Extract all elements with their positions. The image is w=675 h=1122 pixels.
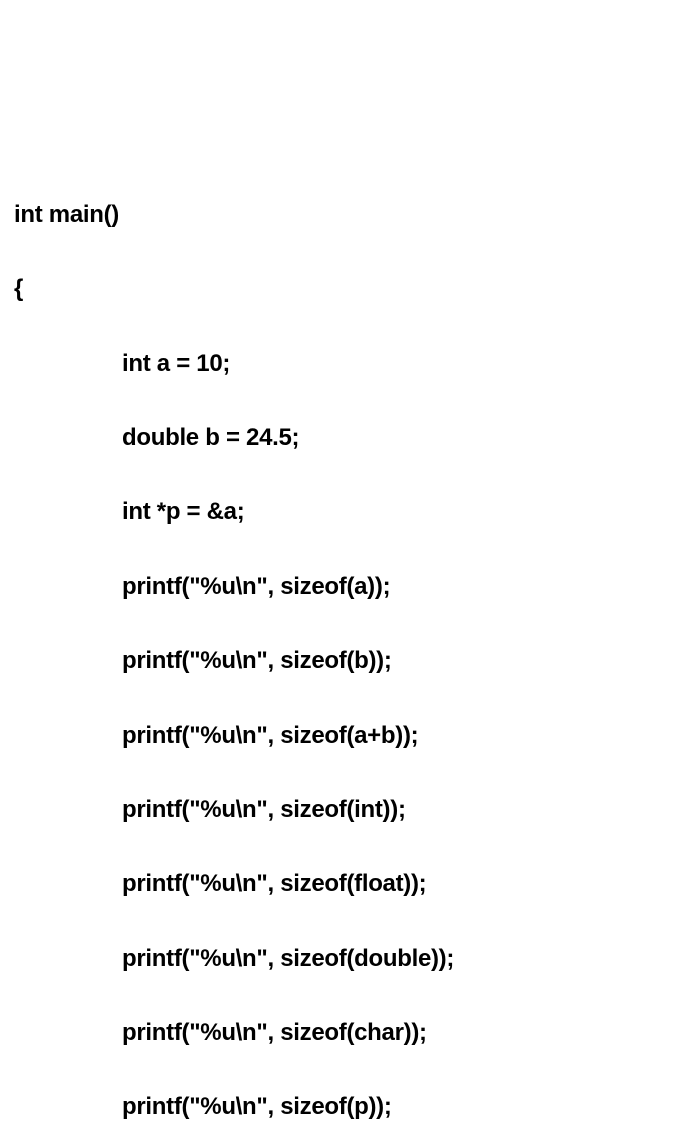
code-line: double b = 24.5; <box>14 419 661 456</box>
code-line: int main() <box>14 196 661 233</box>
code-snippet: int main() { int a = 10; double b = 24.5… <box>14 159 661 1122</box>
code-line: printf("%u\n", sizeof(char)); <box>14 1014 661 1051</box>
code-line: printf("%u\n", sizeof(a)); <box>14 568 661 605</box>
code-line: printf("%u\n", sizeof(a+b)); <box>14 717 661 754</box>
code-text: int main() <box>14 201 119 228</box>
code-text: printf("%u\n", sizeof(a+b)); <box>122 722 418 749</box>
code-line: printf("%u\n", sizeof(b)); <box>14 642 661 679</box>
code-text: printf("%u\n", sizeof(double)); <box>122 945 454 972</box>
code-line: int *p = &a; <box>14 493 661 530</box>
code-text: double b = 24.5; <box>122 424 299 451</box>
code-text: printf("%u\n", sizeof(int)); <box>122 796 406 823</box>
code-text: { <box>14 275 23 302</box>
code-line: printf("%u\n", sizeof(int)); <box>14 791 661 828</box>
code-line: { <box>14 270 661 307</box>
code-line: int a = 10; <box>14 345 661 382</box>
code-text: int *p = &a; <box>122 498 244 525</box>
code-text: printf("%u\n", sizeof(a)); <box>122 573 390 600</box>
code-text: printf("%u\n", sizeof(p)); <box>122 1093 392 1120</box>
code-text: int a = 10; <box>122 350 230 377</box>
code-line: printf("%u\n", sizeof(double)); <box>14 940 661 977</box>
code-text: printf("%u\n", sizeof(char)); <box>122 1019 427 1046</box>
code-line: printf("%u\n", sizeof(float)); <box>14 865 661 902</box>
code-line: printf("%u\n", sizeof(p)); <box>14 1088 661 1122</box>
code-text: printf("%u\n", sizeof(b)); <box>122 647 392 674</box>
code-text: printf("%u\n", sizeof(float)); <box>122 870 426 897</box>
